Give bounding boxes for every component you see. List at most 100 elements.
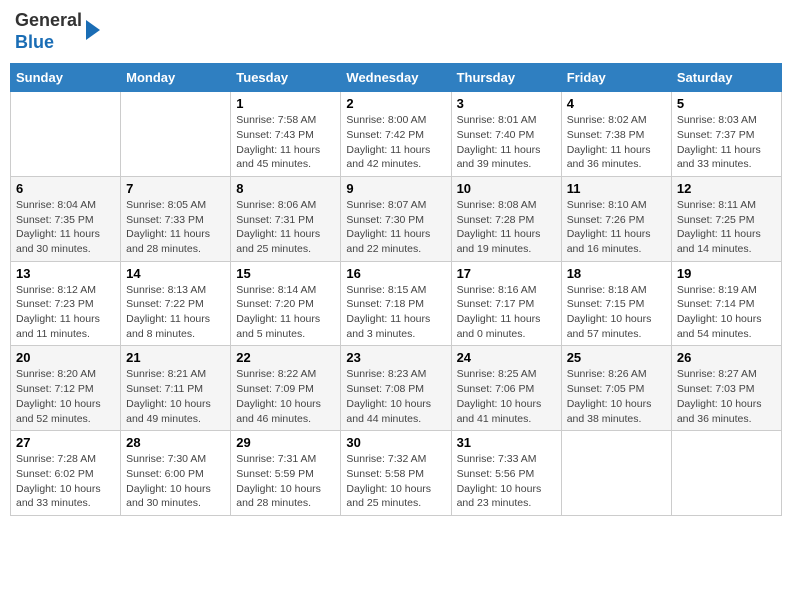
day-number: 1 bbox=[236, 96, 335, 111]
day-info: Sunrise: 8:23 AM Sunset: 7:08 PM Dayligh… bbox=[346, 367, 445, 426]
day-info: Sunrise: 8:13 AM Sunset: 7:22 PM Dayligh… bbox=[126, 283, 225, 342]
calendar-week-row: 1 Sunrise: 7:58 AM Sunset: 7:43 PM Daylig… bbox=[11, 92, 782, 177]
day-number: 21 bbox=[126, 350, 225, 365]
day-info: Sunrise: 8:03 AM Sunset: 7:37 PM Dayligh… bbox=[677, 113, 776, 172]
weekday-header-saturday: Saturday bbox=[671, 64, 781, 92]
calendar-cell: 4 Sunrise: 8:02 AM Sunset: 7:38 PM Daylig… bbox=[561, 92, 671, 177]
day-number: 2 bbox=[346, 96, 445, 111]
calendar-cell: 17 Sunrise: 8:16 AM Sunset: 7:17 PM Dayli… bbox=[451, 261, 561, 346]
day-number: 16 bbox=[346, 266, 445, 281]
day-info: Sunrise: 8:07 AM Sunset: 7:30 PM Dayligh… bbox=[346, 198, 445, 257]
day-number: 9 bbox=[346, 181, 445, 196]
day-info: Sunrise: 8:14 AM Sunset: 7:20 PM Dayligh… bbox=[236, 283, 335, 342]
calendar-cell: 13 Sunrise: 8:12 AM Sunset: 7:23 PM Dayli… bbox=[11, 261, 121, 346]
day-number: 17 bbox=[457, 266, 556, 281]
day-info: Sunrise: 8:00 AM Sunset: 7:42 PM Dayligh… bbox=[346, 113, 445, 172]
calendar-cell: 18 Sunrise: 8:18 AM Sunset: 7:15 PM Dayli… bbox=[561, 261, 671, 346]
day-info: Sunrise: 8:15 AM Sunset: 7:18 PM Dayligh… bbox=[346, 283, 445, 342]
day-info: Sunrise: 8:12 AM Sunset: 7:23 PM Dayligh… bbox=[16, 283, 115, 342]
weekday-header-wednesday: Wednesday bbox=[341, 64, 451, 92]
calendar-cell: 27Sunrise: 7:28 AM Sunset: 6:02 PM Dayli… bbox=[11, 431, 121, 516]
calendar-cell: 19 Sunrise: 8:19 AM Sunset: 7:14 PM Dayli… bbox=[671, 261, 781, 346]
day-info: Sunrise: 8:19 AM Sunset: 7:14 PM Dayligh… bbox=[677, 283, 776, 342]
calendar-cell bbox=[561, 431, 671, 516]
calendar-week-row: 13 Sunrise: 8:12 AM Sunset: 7:23 PM Dayli… bbox=[11, 261, 782, 346]
calendar-cell: 29 Sunrise: 7:31 AM Sunset: 5:59 PM Dayli… bbox=[231, 431, 341, 516]
weekday-header-thursday: Thursday bbox=[451, 64, 561, 92]
day-number: 22 bbox=[236, 350, 335, 365]
day-number: 14 bbox=[126, 266, 225, 281]
calendar-cell: 23 Sunrise: 8:23 AM Sunset: 7:08 PM Dayli… bbox=[341, 346, 451, 431]
day-info: Sunrise: 8:27 AM Sunset: 7:03 PM Dayligh… bbox=[677, 367, 776, 426]
calendar-cell: 9 Sunrise: 8:07 AM Sunset: 7:30 PM Daylig… bbox=[341, 176, 451, 261]
day-number: 12 bbox=[677, 181, 776, 196]
calendar-cell: 3Sunrise: 8:01 AM Sunset: 7:40 PM Daylig… bbox=[451, 92, 561, 177]
calendar-cell: 20Sunrise: 8:20 AM Sunset: 7:12 PM Dayli… bbox=[11, 346, 121, 431]
day-info: Sunrise: 8:22 AM Sunset: 7:09 PM Dayligh… bbox=[236, 367, 335, 426]
day-info: Sunrise: 8:20 AM Sunset: 7:12 PM Dayligh… bbox=[16, 367, 115, 426]
day-info: Sunrise: 8:02 AM Sunset: 7:38 PM Dayligh… bbox=[567, 113, 666, 172]
logo: General Blue bbox=[15, 10, 100, 53]
day-info: Sunrise: 8:04 AM Sunset: 7:35 PM Dayligh… bbox=[16, 198, 115, 257]
day-info: Sunrise: 8:11 AM Sunset: 7:25 PM Dayligh… bbox=[677, 198, 776, 257]
calendar-cell: 7 Sunrise: 8:05 AM Sunset: 7:33 PM Daylig… bbox=[121, 176, 231, 261]
calendar-cell: 8Sunrise: 8:06 AM Sunset: 7:31 PM Daylig… bbox=[231, 176, 341, 261]
calendar-cell: 11Sunrise: 8:10 AM Sunset: 7:26 PM Dayli… bbox=[561, 176, 671, 261]
calendar-cell: 15 Sunrise: 8:14 AM Sunset: 7:20 PM Dayli… bbox=[231, 261, 341, 346]
calendar-cell: 25 Sunrise: 8:26 AM Sunset: 7:05 PM Dayli… bbox=[561, 346, 671, 431]
day-info: Sunrise: 7:58 AM Sunset: 7:43 PM Dayligh… bbox=[236, 113, 335, 172]
calendar-cell: 10 Sunrise: 8:08 AM Sunset: 7:28 PM Dayli… bbox=[451, 176, 561, 261]
day-info: Sunrise: 8:26 AM Sunset: 7:05 PM Dayligh… bbox=[567, 367, 666, 426]
day-number: 13 bbox=[16, 266, 115, 281]
day-number: 25 bbox=[567, 350, 666, 365]
calendar-table: SundayMondayTuesdayWednesdayThursdayFrid… bbox=[10, 63, 782, 516]
calendar-cell: 31 Sunrise: 7:33 AM Sunset: 5:56 PM Dayli… bbox=[451, 431, 561, 516]
day-number: 31 bbox=[457, 435, 556, 450]
day-number: 29 bbox=[236, 435, 335, 450]
day-info: Sunrise: 7:33 AM Sunset: 5:56 PM Dayligh… bbox=[457, 452, 556, 511]
calendar-header: SundayMondayTuesdayWednesdayThursdayFrid… bbox=[11, 64, 782, 92]
weekday-header-monday: Monday bbox=[121, 64, 231, 92]
day-info: Sunrise: 8:21 AM Sunset: 7:11 PM Dayligh… bbox=[126, 367, 225, 426]
day-number: 8 bbox=[236, 181, 335, 196]
day-number: 4 bbox=[567, 96, 666, 111]
logo-arrow-icon bbox=[86, 20, 100, 40]
weekday-header-row: SundayMondayTuesdayWednesdayThursdayFrid… bbox=[11, 64, 782, 92]
day-number: 30 bbox=[346, 435, 445, 450]
weekday-header-tuesday: Tuesday bbox=[231, 64, 341, 92]
calendar-body: 1 Sunrise: 7:58 AM Sunset: 7:43 PM Daylig… bbox=[11, 92, 782, 516]
calendar-cell: 2 Sunrise: 8:00 AM Sunset: 7:42 PM Daylig… bbox=[341, 92, 451, 177]
logo-general: General bbox=[15, 10, 82, 30]
day-number: 10 bbox=[457, 181, 556, 196]
day-number: 18 bbox=[567, 266, 666, 281]
day-info: Sunrise: 7:30 AM Sunset: 6:00 PM Dayligh… bbox=[126, 452, 225, 511]
calendar-cell: 28Sunrise: 7:30 AM Sunset: 6:00 PM Dayli… bbox=[121, 431, 231, 516]
day-info: Sunrise: 8:05 AM Sunset: 7:33 PM Dayligh… bbox=[126, 198, 225, 257]
day-number: 19 bbox=[677, 266, 776, 281]
calendar-cell: 16 Sunrise: 8:15 AM Sunset: 7:18 PM Dayli… bbox=[341, 261, 451, 346]
calendar-cell bbox=[11, 92, 121, 177]
calendar-cell: 6 Sunrise: 8:04 AM Sunset: 7:35 PM Daylig… bbox=[11, 176, 121, 261]
logo-blue: Blue bbox=[15, 32, 54, 52]
day-info: Sunrise: 8:16 AM Sunset: 7:17 PM Dayligh… bbox=[457, 283, 556, 342]
calendar-week-row: 27Sunrise: 7:28 AM Sunset: 6:02 PM Dayli… bbox=[11, 431, 782, 516]
day-number: 5 bbox=[677, 96, 776, 111]
day-info: Sunrise: 7:32 AM Sunset: 5:58 PM Dayligh… bbox=[346, 452, 445, 511]
day-number: 6 bbox=[16, 181, 115, 196]
weekday-header-sunday: Sunday bbox=[11, 64, 121, 92]
day-info: Sunrise: 8:18 AM Sunset: 7:15 PM Dayligh… bbox=[567, 283, 666, 342]
calendar-cell: 14 Sunrise: 8:13 AM Sunset: 7:22 PM Dayli… bbox=[121, 261, 231, 346]
day-number: 23 bbox=[346, 350, 445, 365]
day-number: 27 bbox=[16, 435, 115, 450]
day-number: 24 bbox=[457, 350, 556, 365]
calendar-cell: 24 Sunrise: 8:25 AM Sunset: 7:06 PM Dayli… bbox=[451, 346, 561, 431]
day-info: Sunrise: 8:25 AM Sunset: 7:06 PM Dayligh… bbox=[457, 367, 556, 426]
day-info: Sunrise: 7:31 AM Sunset: 5:59 PM Dayligh… bbox=[236, 452, 335, 511]
calendar-cell: 21 Sunrise: 8:21 AM Sunset: 7:11 PM Dayli… bbox=[121, 346, 231, 431]
calendar-cell: 5 Sunrise: 8:03 AM Sunset: 7:37 PM Daylig… bbox=[671, 92, 781, 177]
day-info: Sunrise: 8:08 AM Sunset: 7:28 PM Dayligh… bbox=[457, 198, 556, 257]
day-number: 7 bbox=[126, 181, 225, 196]
day-number: 15 bbox=[236, 266, 335, 281]
calendar-cell: 26Sunrise: 8:27 AM Sunset: 7:03 PM Dayli… bbox=[671, 346, 781, 431]
calendar-cell: 22 Sunrise: 8:22 AM Sunset: 7:09 PM Dayli… bbox=[231, 346, 341, 431]
